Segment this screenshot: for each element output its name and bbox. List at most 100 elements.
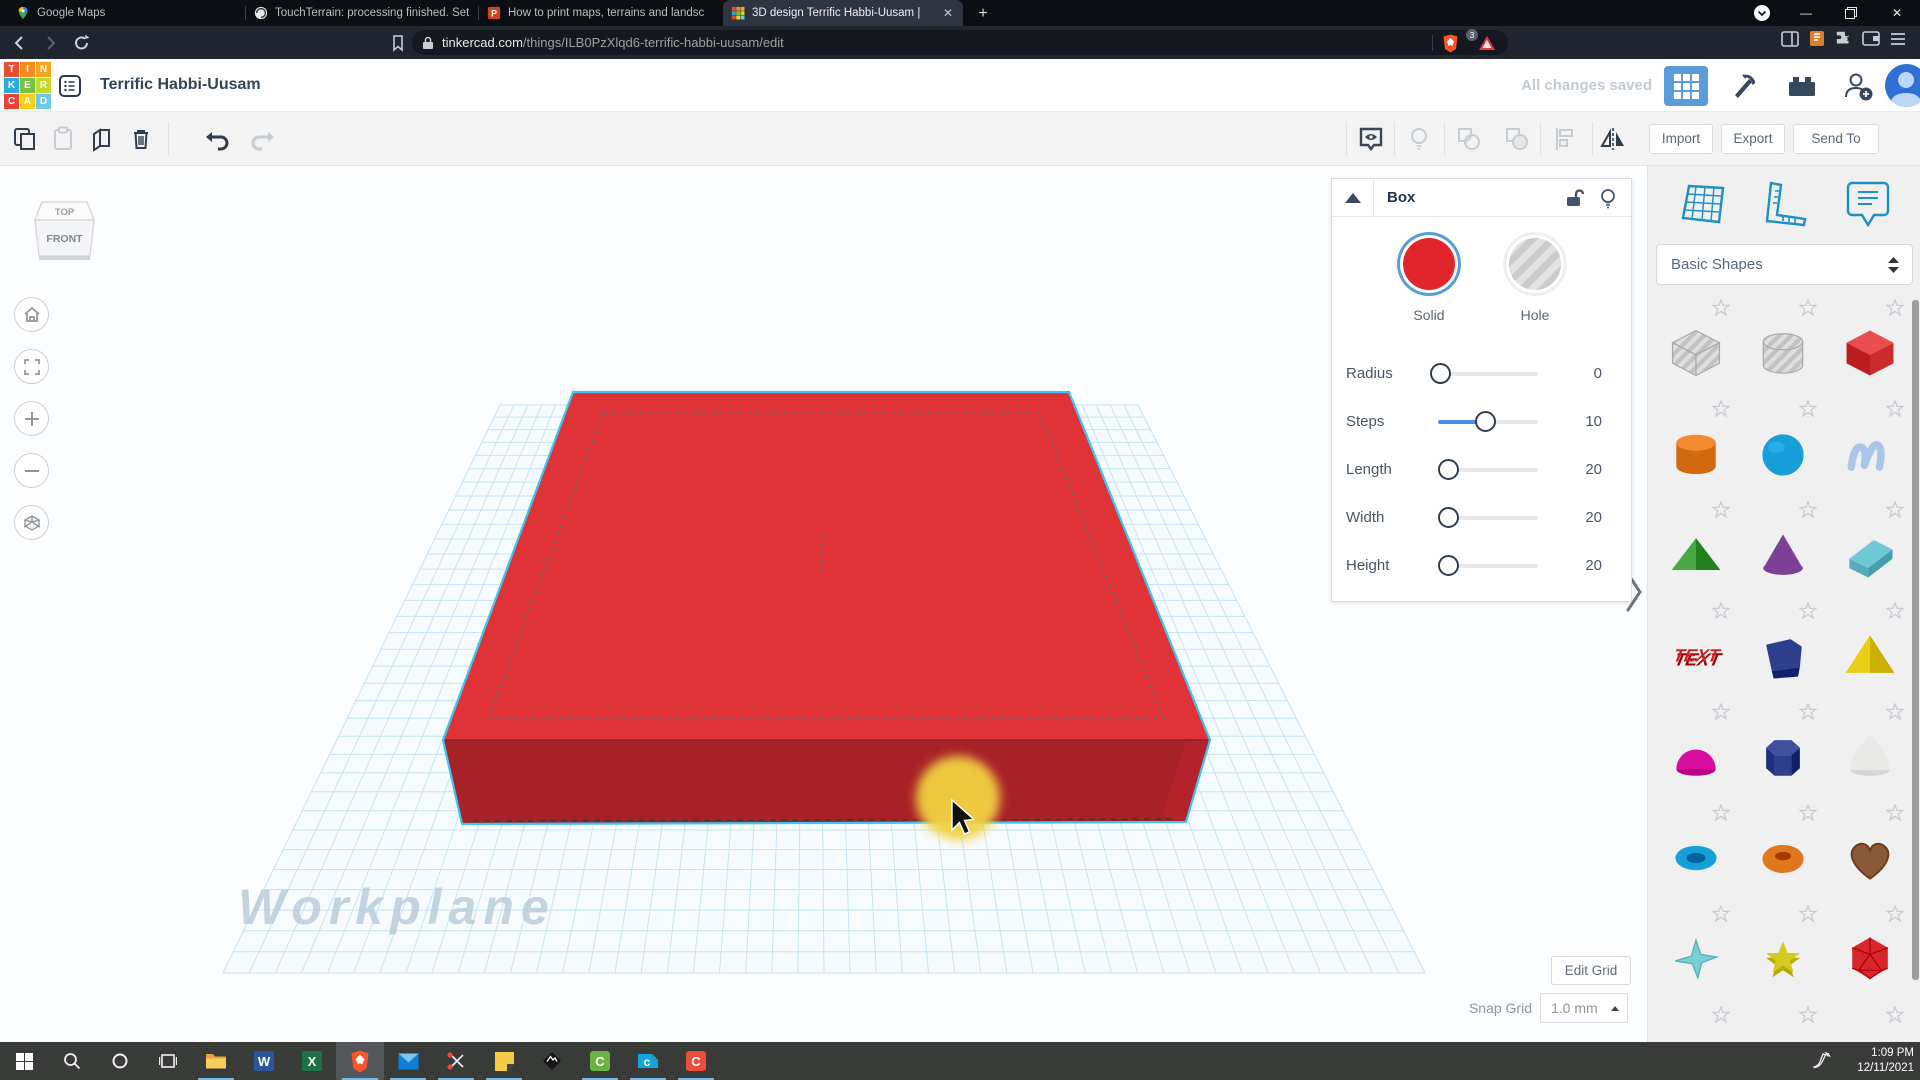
shape-item-torus[interactable] xyxy=(1739,799,1826,900)
shape-item-paraboloid[interactable] xyxy=(1826,698,1913,799)
reading-list-icon[interactable] xyxy=(1809,30,1825,47)
favorite-star-icon[interactable] xyxy=(1712,299,1730,316)
shape-item-shape[interactable] xyxy=(1739,1001,1826,1042)
favorite-star-icon[interactable] xyxy=(1712,501,1730,518)
paste-button[interactable] xyxy=(50,126,76,152)
favorite-star-icon[interactable] xyxy=(1712,1006,1730,1023)
tab-search-button[interactable] xyxy=(1740,0,1784,26)
taskbar-clock[interactable]: 1:09 PM 12/11/2021 xyxy=(1857,1046,1914,1076)
edit-grid-button[interactable]: Edit Grid xyxy=(1551,956,1631,985)
tab-close-icon[interactable]: ✕ xyxy=(941,6,955,20)
blocks-view-button[interactable] xyxy=(1664,66,1708,106)
design-title[interactable]: Terrific Habbi-Uusam xyxy=(100,76,261,94)
start-button[interactable] xyxy=(0,1042,48,1080)
shape-item-cylinder[interactable] xyxy=(1652,395,1739,496)
slider-value[interactable]: 20 xyxy=(1556,461,1602,478)
favorite-star-icon[interactable] xyxy=(1799,501,1817,518)
window-maximize-button[interactable] xyxy=(1829,0,1873,26)
zoom-in-button[interactable] xyxy=(14,401,49,436)
delete-button[interactable] xyxy=(128,126,154,152)
camtasia-button[interactable]: C xyxy=(576,1042,624,1080)
view-cube-front-label[interactable]: FRONT xyxy=(46,233,83,245)
solid-material-option[interactable] xyxy=(1403,238,1455,290)
design-properties-icon[interactable] xyxy=(58,74,82,98)
tab-google-maps[interactable]: Google Maps xyxy=(8,0,245,26)
brave-button[interactable] xyxy=(336,1042,384,1080)
shape-item-half-sphere[interactable] xyxy=(1652,698,1739,799)
forward-button[interactable] xyxy=(40,33,60,53)
sticky-notes-button[interactable] xyxy=(480,1042,528,1080)
favorite-star-icon[interactable] xyxy=(1799,602,1817,619)
mail-button[interactable] xyxy=(384,1042,432,1080)
view-cube-top-label[interactable]: TOP xyxy=(55,207,75,218)
favorite-star-icon[interactable] xyxy=(1799,703,1817,720)
snipping-tool-button[interactable] xyxy=(432,1042,480,1080)
shape-item-heart[interactable] xyxy=(1826,799,1913,900)
favorite-star-icon[interactable] xyxy=(1799,905,1817,922)
inkscape-button[interactable] xyxy=(528,1042,576,1080)
extensions-icon[interactable] xyxy=(1835,30,1852,47)
shape-item-roof[interactable] xyxy=(1652,496,1739,597)
shape-item-scribble[interactable] xyxy=(1826,395,1913,496)
reload-button[interactable] xyxy=(72,33,92,53)
shape-item-polygon[interactable] xyxy=(1739,597,1826,698)
cortana-button[interactable] xyxy=(96,1042,144,1080)
shape-item-pyramid[interactable] xyxy=(1826,597,1913,698)
zoom-out-button[interactable] xyxy=(14,453,49,488)
shape-item-shape[interactable] xyxy=(1826,1001,1913,1042)
back-button[interactable] xyxy=(10,33,30,53)
window-close-button[interactable]: ✕ xyxy=(1874,0,1920,26)
slider-value[interactable]: 10 xyxy=(1556,413,1602,430)
wallet-icon[interactable] xyxy=(1862,31,1880,46)
favorite-star-icon[interactable] xyxy=(1799,804,1817,821)
url-field[interactable]: tinkercad.com/things/ILB0PzXlqd6-terrifi… xyxy=(412,30,1508,55)
width-slider-knob[interactable] xyxy=(1438,507,1459,528)
favorite-star-icon[interactable] xyxy=(1712,804,1730,821)
favorite-star-icon[interactable] xyxy=(1886,905,1904,922)
task-view-button[interactable] xyxy=(144,1042,192,1080)
favorite-star-icon[interactable] xyxy=(1886,400,1904,417)
ungroup-button[interactable] xyxy=(1504,126,1530,152)
tab-touchterrain[interactable]: TouchTerrain: processing finished. Setti xyxy=(246,0,477,26)
shape-item-box-hole[interactable] xyxy=(1652,294,1739,395)
shape-item-prism[interactable] xyxy=(1739,698,1826,799)
invite-button[interactable] xyxy=(1836,66,1880,106)
lego-export-button[interactable] xyxy=(1780,66,1824,106)
favorite-star-icon[interactable] xyxy=(1886,804,1904,821)
file-explorer-button[interactable] xyxy=(192,1042,240,1080)
shape-item-cylinder-hole[interactable] xyxy=(1739,294,1826,395)
shape-item-tube[interactable] xyxy=(1652,799,1739,900)
shape-item-box[interactable] xyxy=(1826,294,1913,395)
steps-slider-knob[interactable] xyxy=(1475,411,1496,432)
send-to-button[interactable]: Send To xyxy=(1793,124,1879,154)
radius-slider[interactable] xyxy=(1438,372,1538,376)
slider-value[interactable]: 20 xyxy=(1556,509,1602,526)
window-minimize-button[interactable]: — xyxy=(1784,0,1828,26)
shape-item-icosahedron[interactable] xyxy=(1826,900,1913,1001)
copy-button[interactable] xyxy=(12,126,38,152)
view-cube[interactable]: TOP FRONT xyxy=(33,201,96,260)
shape-item-cone[interactable] xyxy=(1739,496,1826,597)
import-button[interactable]: Import xyxy=(1649,124,1713,154)
favorite-star-icon[interactable] xyxy=(1886,703,1904,720)
inspector-collapse-button[interactable] xyxy=(1332,178,1374,217)
favorite-star-icon[interactable] xyxy=(1712,905,1730,922)
new-tab-button[interactable]: + xyxy=(972,3,994,25)
favorite-star-icon[interactable] xyxy=(1886,299,1904,316)
slider-value[interactable]: 20 xyxy=(1556,557,1602,574)
slider-value[interactable]: 0 xyxy=(1556,365,1602,382)
favorite-star-icon[interactable] xyxy=(1886,501,1904,518)
favorite-star-icon[interactable] xyxy=(1799,1006,1817,1023)
camtasia-recorder-button[interactable]: C xyxy=(672,1042,720,1080)
fit-view-button[interactable] xyxy=(14,349,49,384)
align-button[interactable] xyxy=(1552,126,1578,152)
tab-tinkercad-active[interactable]: 3D design Terrific Habbi-Uusam | ✕ xyxy=(723,0,963,26)
windows-ink-button[interactable] xyxy=(1812,1051,1832,1071)
sidebar-icon[interactable] xyxy=(1781,30,1799,47)
home-view-button[interactable] xyxy=(14,297,49,332)
brave-rewards-icon[interactable] xyxy=(1478,35,1496,52)
favorite-star-icon[interactable] xyxy=(1799,299,1817,316)
height-slider-knob[interactable] xyxy=(1438,555,1459,576)
shape-category-select[interactable]: Basic Shapes xyxy=(1656,244,1913,285)
shape-item-text[interactable]: TEXT TEXT xyxy=(1652,597,1739,698)
